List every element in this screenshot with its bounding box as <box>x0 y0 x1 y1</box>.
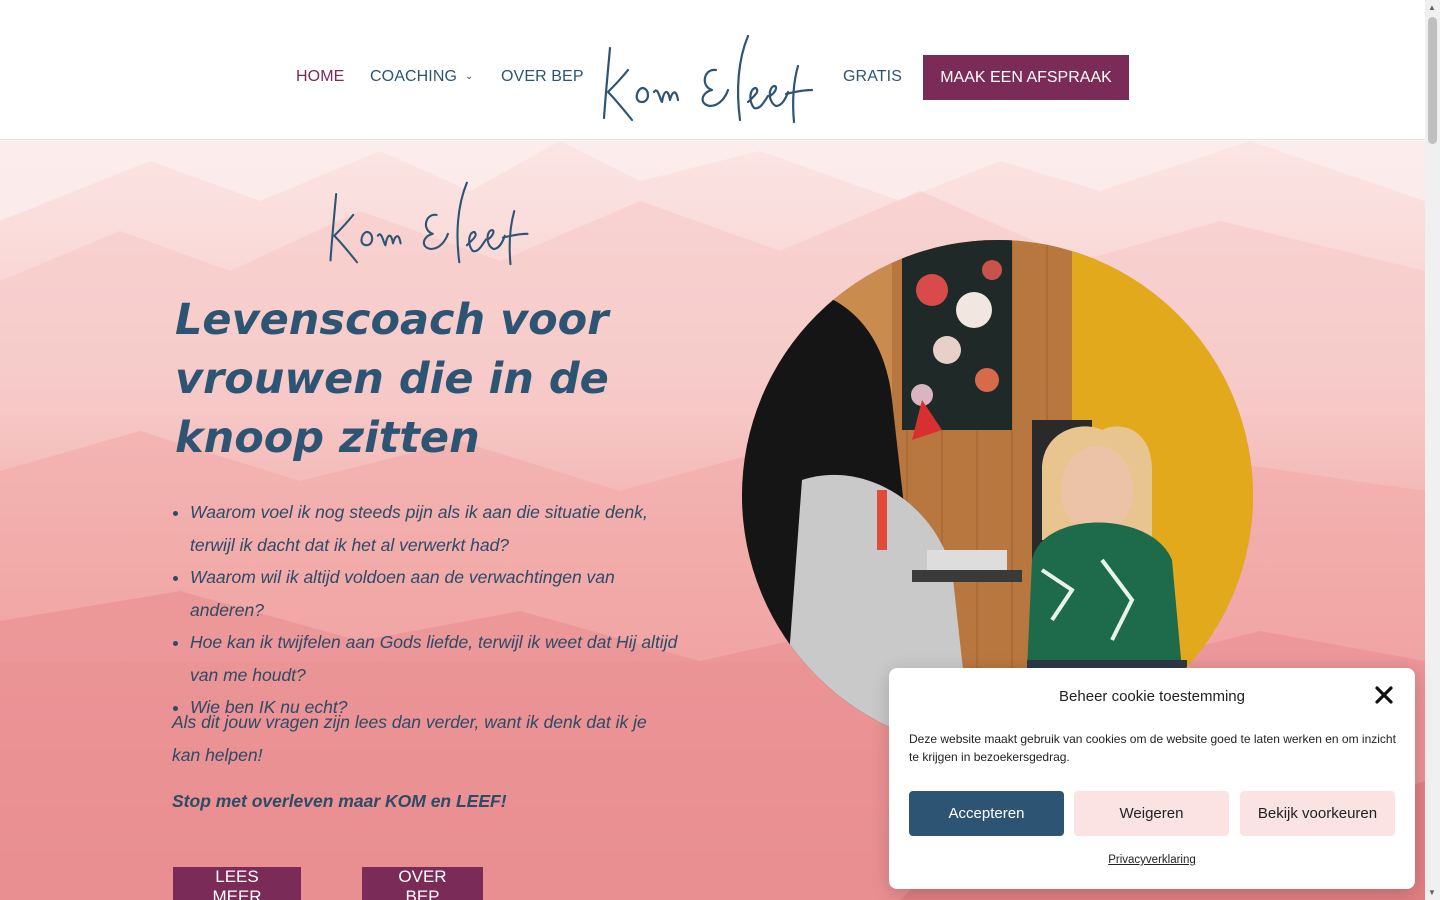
nav-coaching-label: COACHING <box>370 68 458 85</box>
page-scrollbar[interactable]: ▲ ▼ <box>1425 0 1440 900</box>
site-header: HOME COACHING ⌄ OVER BEP GRATIS MAAK EEN … <box>0 0 1425 140</box>
about-bep-button[interactable]: OVER BEP <box>362 867 483 900</box>
hero-title: Levenscoach voor vrouwen die in de knoop… <box>175 295 609 463</box>
view-preferences-button[interactable]: Bekijk voorkeuren <box>1240 791 1395 836</box>
deny-cookies-button[interactable]: Weigeren <box>1074 791 1229 836</box>
hero-tagline: Stop met overleven maar KOM en LEEF! <box>172 791 507 811</box>
nav-coaching[interactable]: COACHING ⌄ <box>370 68 474 86</box>
privacy-statement-link[interactable]: Privacyverklaring <box>889 854 1415 866</box>
read-more-button[interactable]: LEES MEER <box>173 867 301 900</box>
cookie-consent-dialog: Beheer cookie toestemming Deze website m… <box>889 668 1415 889</box>
hero-paragraph: Als dit jouw vragen zijn lees dan verder… <box>172 712 647 765</box>
question-list: Waarom voel ik nog steeds pijn als ik aa… <box>190 496 690 724</box>
accept-cookies-button[interactable]: Accepteren <box>909 791 1064 836</box>
scroll-down-arrow-icon[interactable]: ▼ <box>1428 888 1436 897</box>
scroll-up-arrow-icon[interactable]: ▲ <box>1428 3 1436 12</box>
cookie-title: Beheer cookie toestemming <box>1059 688 1245 705</box>
scroll-thumb[interactable] <box>1428 17 1437 144</box>
nav-over-bep[interactable]: OVER BEP <box>501 68 584 86</box>
list-item: Waarom wil ik altijd voldoen aan de verw… <box>190 561 690 626</box>
nav-home[interactable]: HOME <box>296 68 344 86</box>
nav-gratis[interactable]: GRATIS <box>843 68 902 86</box>
cookie-description: Deze website maakt gebruik van cookies o… <box>909 732 1396 764</box>
kom-en-leef-logo[interactable] <box>598 30 818 125</box>
list-item: Waarom voel ik nog steeds pijn als ik aa… <box>190 496 690 561</box>
close-icon[interactable] <box>1373 684 1395 706</box>
hero-logo <box>329 181 529 266</box>
chevron-down-icon: ⌄ <box>465 71 474 82</box>
list-item: Hoe kan ik twijfelen aan Gods liefde, te… <box>190 626 690 691</box>
make-appointment-button[interactable]: MAAK EEN AFSPRAAK <box>923 55 1129 100</box>
